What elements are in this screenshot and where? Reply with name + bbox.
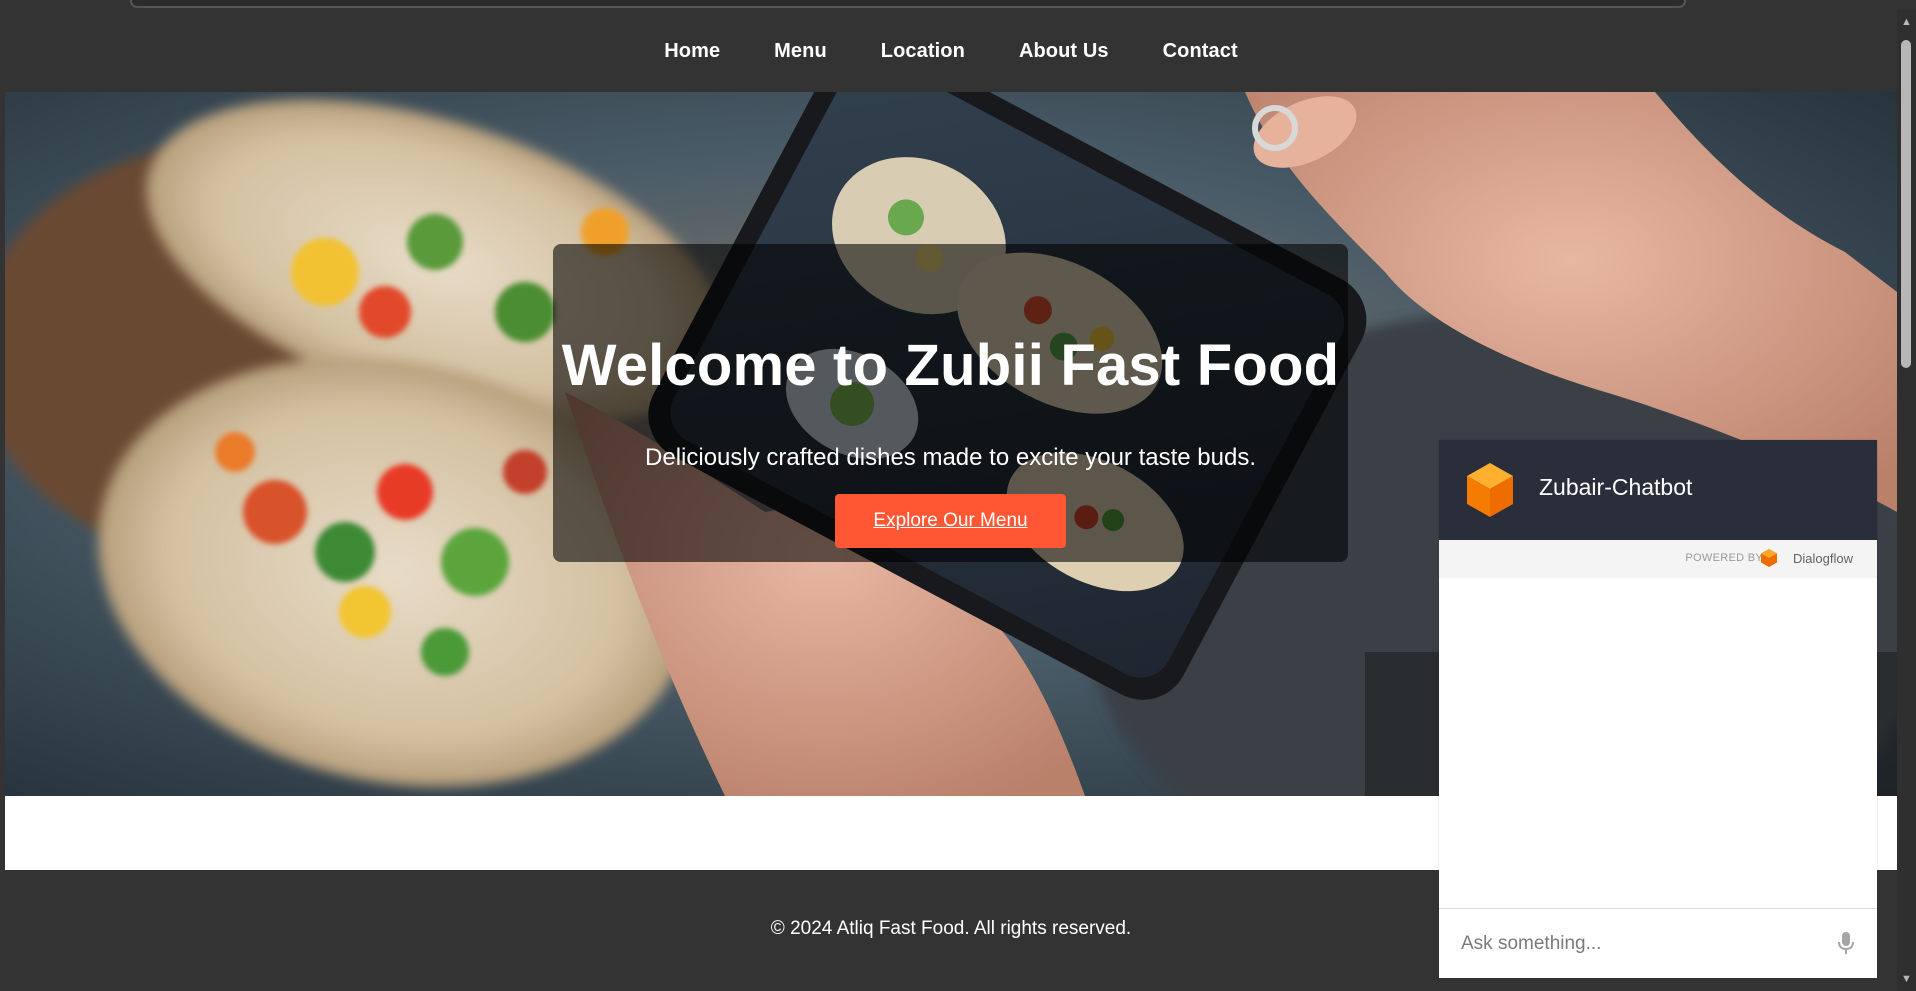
scrollbar-thumb[interactable] xyxy=(1901,40,1911,368)
nav-home-link[interactable]: Home xyxy=(664,40,720,63)
chevron-down-icon[interactable]: ▼ xyxy=(1897,971,1916,987)
browser-viewport: Home Menu Location About Us Contact Welc… xyxy=(0,0,1916,991)
nav-about-link[interactable]: About Us xyxy=(1019,40,1109,63)
powered-by-label: POWERED BY xyxy=(1685,552,1763,564)
nav-location-link[interactable]: Location xyxy=(881,40,965,63)
chat-input-area xyxy=(1439,908,1877,978)
vertical-scrollbar[interactable]: ▲ ▼ xyxy=(1897,10,1916,991)
chevron-up-icon[interactable]: ▲ xyxy=(1897,14,1916,30)
hero-title: Welcome to Zubii Fast Food xyxy=(561,333,1340,398)
dialogflow-logo-icon xyxy=(1761,549,1777,567)
nav-menu-link[interactable]: Menu xyxy=(774,40,827,63)
chatbot-title: Zubair-Chatbot xyxy=(1539,474,1693,500)
nav-contact-link[interactable]: Contact xyxy=(1163,40,1238,63)
chat-message-input[interactable] xyxy=(1459,928,1813,960)
window-top-edge xyxy=(130,0,1686,8)
chatbot-header: Zubair-Chatbot xyxy=(1439,440,1877,540)
powered-by-bar: POWERED BY Dialogflow xyxy=(1439,540,1877,578)
microphone-icon[interactable] xyxy=(1837,931,1855,955)
chatbot-widget: Zubair-Chatbot POWERED BY Dialogflow xyxy=(1439,440,1877,978)
top-navigation: Home Menu Location About Us Contact xyxy=(5,10,1897,92)
hero-subtitle: Deliciously crafted dishes made to excit… xyxy=(645,444,1256,471)
orange-cube-icon xyxy=(1467,463,1513,517)
explore-menu-button[interactable]: Explore Our Menu xyxy=(835,494,1066,548)
dialogflow-brand: Dialogflow xyxy=(1793,551,1853,566)
restaurant-page: Home Menu Location About Us Contact Welc… xyxy=(5,10,1897,991)
